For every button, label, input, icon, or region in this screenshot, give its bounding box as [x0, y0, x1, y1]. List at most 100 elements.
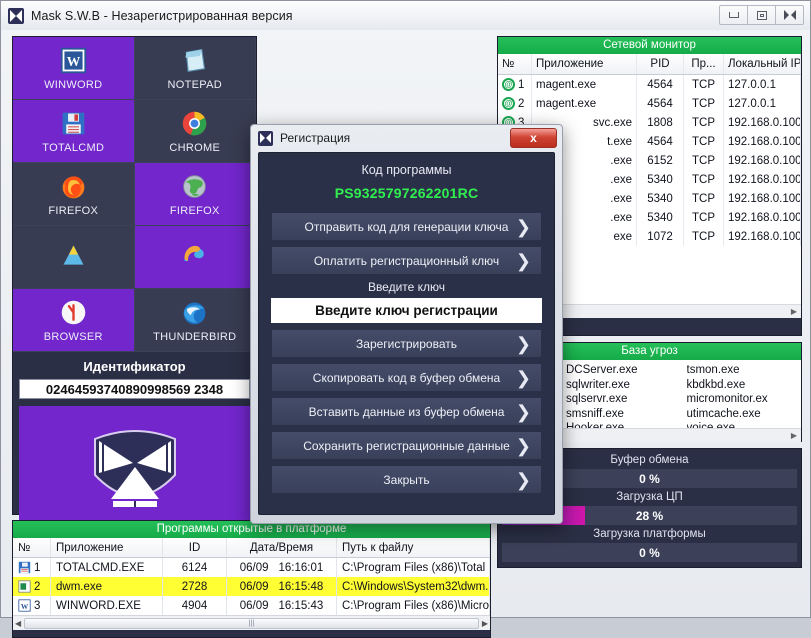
- col-pid[interactable]: PID: [637, 54, 684, 74]
- send-code-button[interactable]: Отправить код для генерации ключа ❯: [271, 212, 542, 241]
- cell-datetime: 06/09 16:15:48: [227, 577, 337, 596]
- app-tile-label: NOTEPAD: [167, 78, 222, 91]
- register-button[interactable]: Зарегистрировать ❯: [271, 329, 542, 358]
- cell-num: @1: [498, 75, 532, 94]
- col-id[interactable]: ID: [163, 538, 227, 557]
- threat-item: Hooker.exe: [566, 422, 625, 428]
- cell-pid: 5340: [637, 208, 684, 227]
- cell-app: magent.exe: [532, 75, 637, 94]
- app-tile-firefox[interactable]: FIREFOX: [13, 163, 135, 226]
- app-tile-acrobat[interactable]: [13, 226, 135, 289]
- table-row[interactable]: @1 magent.exe 4564 TCP 127.0.0.1: [498, 75, 801, 94]
- threat-item: DCServer.exe: [566, 364, 638, 376]
- app-tile-firefox-globe[interactable]: FIREFOX: [134, 163, 256, 226]
- button-label: Отправить код для генерации ключа: [304, 219, 509, 234]
- app-tile-chrome[interactable]: CHROME: [134, 100, 256, 163]
- cell-path: C:\Windows\System32\dwm....: [337, 577, 490, 596]
- cell-num: @2: [498, 94, 532, 113]
- cell-ip: 192.168.0.100: [724, 113, 801, 132]
- window-icon: [18, 580, 31, 593]
- window-controls: [719, 5, 804, 25]
- chevron-right-icon: ❯: [515, 216, 531, 237]
- button-label: Вставить данные из буфер обмена: [308, 404, 505, 419]
- globe-icon: @: [502, 97, 515, 110]
- programs-horizontal-scrollbar[interactable]: ◀ ||| ▶: [13, 615, 490, 630]
- button-label: Оплатить регистрационный ключ: [313, 253, 500, 268]
- close-icon: [783, 9, 796, 21]
- app-tile-totalcmd[interactable]: TOTALCMD: [13, 100, 135, 163]
- threat-column-2: tsmon.exe kbdkbd.exe micromonitor.ex uti…: [681, 363, 802, 428]
- table-row[interactable]: 2 dwm.exe 2728 06/09 16:15:48 C:\Windows…: [13, 577, 490, 596]
- program-code-label: Код программы: [361, 163, 452, 177]
- cell-pid: 1808: [637, 113, 684, 132]
- button-label: Скопировать код в буфер обмена: [312, 370, 501, 385]
- cell-id: 2728: [163, 577, 227, 596]
- col-app[interactable]: Приложение: [51, 538, 163, 557]
- edge-icon: [184, 245, 204, 261]
- close-dialog-button[interactable]: Закрыть ❯: [271, 465, 542, 494]
- platform-stat-title: Загрузка платформы: [593, 528, 706, 540]
- mask-logo-icon: [8, 7, 24, 24]
- close-button[interactable]: [775, 5, 804, 25]
- col-path[interactable]: Путь к файлу: [337, 538, 490, 557]
- app-tile-thunderbird[interactable]: THUNDERBIRD: [134, 289, 256, 352]
- cell-time: 16:16:01: [278, 561, 324, 574]
- content-area: W WINWORD NOTEPAD TOTALCMD CHROME FIREFO…: [1, 30, 810, 638]
- table-row[interactable]: 1 TOTALCMD.EXE 6124 06/09 16:16:01 C:\Pr…: [13, 558, 490, 577]
- registration-key-input[interactable]: Введите ключ регистрации: [271, 298, 542, 323]
- scroll-right-arrow-icon[interactable]: ▶: [791, 307, 797, 316]
- application-grid: W WINWORD NOTEPAD TOTALCMD CHROME FIREFO…: [13, 37, 256, 352]
- scroll-right-arrow-icon[interactable]: ▶: [791, 431, 797, 440]
- firefox-icon: [62, 175, 85, 198]
- left-panel: W WINWORD NOTEPAD TOTALCMD CHROME FIREFO…: [12, 36, 257, 592]
- save-registration-data-button[interactable]: Сохранить регистрационные данные ❯: [271, 431, 542, 460]
- cell-date: 06/09: [239, 561, 269, 574]
- maximize-icon: [756, 10, 767, 20]
- programs-table: № Приложение ID Дата/Время Путь к файлу …: [13, 538, 490, 630]
- scroll-thumb[interactable]: |||: [24, 617, 479, 629]
- col-num[interactable]: №: [13, 538, 51, 557]
- col-num[interactable]: №: [498, 54, 532, 74]
- maximize-button[interactable]: [747, 5, 776, 25]
- table-row[interactable]: @2 magent.exe 4564 TCP 127.0.0.1: [498, 94, 801, 113]
- col-proto[interactable]: Пр...: [684, 54, 724, 74]
- yandex-icon: [61, 300, 86, 324]
- scroll-left-arrow-icon[interactable]: ◀: [15, 619, 21, 628]
- cell-id: 4904: [163, 596, 227, 615]
- pay-key-button[interactable]: Оплатить регистрационный ключ ❯: [271, 246, 542, 275]
- col-local-ip[interactable]: Локальный IP .: [724, 54, 801, 74]
- app-tile-label: WINWORD: [44, 78, 103, 91]
- cell-pid: 1072: [637, 227, 684, 246]
- cell-pid: 5340: [637, 189, 684, 208]
- app-tile-winword[interactable]: W WINWORD: [13, 37, 135, 100]
- cell-proto: TCP: [684, 113, 724, 132]
- cell-num: W 3: [13, 596, 51, 615]
- cell-path: C:\Program Files (x86)\Micros...: [337, 596, 490, 615]
- cell-num: 1: [13, 558, 51, 577]
- globe-icon: @: [502, 78, 515, 91]
- mask-logo-icon: [258, 130, 273, 146]
- platform-progress-bar: 0 %: [502, 543, 797, 562]
- app-tile-browser[interactable]: BROWSER: [13, 289, 135, 352]
- row-index: 1: [34, 561, 41, 574]
- notepad-icon: [185, 48, 206, 72]
- app-tile-label: BROWSER: [43, 330, 103, 343]
- minimize-button[interactable]: [719, 5, 748, 25]
- col-app[interactable]: Приложение: [532, 54, 637, 74]
- threat-item: micromonitor.ex: [686, 393, 768, 405]
- app-tile-edge[interactable]: [134, 226, 256, 289]
- col-datetime[interactable]: Дата/Время: [227, 538, 337, 557]
- scroll-right-arrow-icon[interactable]: ▶: [482, 619, 488, 628]
- cell-datetime: 06/09 16:16:01: [227, 558, 337, 577]
- paste-data-button[interactable]: Вставить данные из буфер обмена ❯: [271, 397, 542, 426]
- cell-proto: TCP: [684, 208, 724, 227]
- cell-ip: 192.168.0.100: [724, 189, 801, 208]
- cell-id: 6124: [163, 558, 227, 577]
- app-tile-notepad[interactable]: NOTEPAD: [134, 37, 256, 100]
- cell-pid: 4564: [637, 132, 684, 151]
- dialog-close-button[interactable]: x: [510, 128, 557, 148]
- acrobat-icon: [63, 245, 84, 265]
- threat-item: sqlservr.exe: [566, 393, 628, 405]
- table-row[interactable]: W 3 WINWORD.EXE 4904 06/09 16:15:43 C:\P…: [13, 596, 490, 615]
- copy-code-button[interactable]: Скопировать код в буфер обмена ❯: [271, 363, 542, 392]
